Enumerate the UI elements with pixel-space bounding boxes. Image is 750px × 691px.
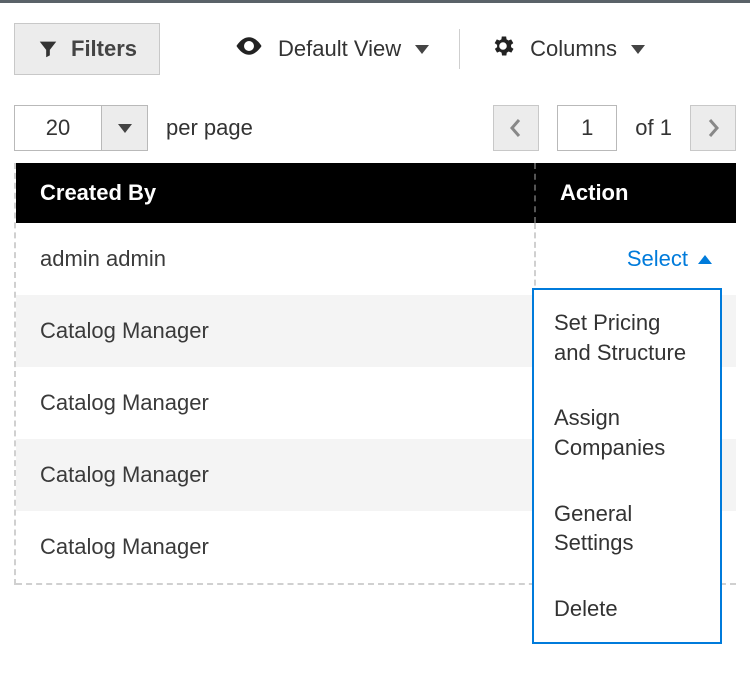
grid-toolbar: Filters Default View Columns bbox=[14, 23, 736, 75]
action-select-link[interactable]: Select bbox=[627, 246, 712, 272]
filters-button[interactable]: Filters bbox=[14, 23, 160, 75]
prev-page-button[interactable] bbox=[493, 105, 539, 151]
action-assign-companies[interactable]: Assign Companies bbox=[534, 385, 720, 480]
cell-action: Select bbox=[536, 246, 736, 272]
funnel-icon bbox=[37, 38, 59, 60]
action-select-label: Select bbox=[627, 246, 688, 272]
columns-button[interactable]: Columns bbox=[490, 33, 645, 65]
default-view-button[interactable]: Default View bbox=[234, 31, 429, 67]
columns-label: Columns bbox=[530, 36, 617, 62]
chevron-right-icon bbox=[705, 116, 721, 140]
per-page-dropdown-button[interactable] bbox=[101, 106, 147, 150]
next-page-button[interactable] bbox=[690, 105, 736, 151]
per-page-label: per page bbox=[166, 115, 253, 141]
admin-grid-container: Filters Default View Columns 20 per page bbox=[0, 3, 750, 585]
col-header-created-by[interactable]: Created By bbox=[16, 163, 536, 223]
action-set-pricing[interactable]: Set Pricing and Structure bbox=[534, 290, 720, 385]
cell-created-by: admin admin bbox=[16, 223, 536, 295]
chevron-down-icon bbox=[415, 45, 429, 54]
current-page-input[interactable] bbox=[557, 105, 617, 151]
cell-created-by: Catalog Manager bbox=[16, 367, 536, 439]
action-delete[interactable]: Delete bbox=[534, 576, 720, 642]
pagination-bar: 20 per page of 1 bbox=[14, 105, 736, 151]
table-row[interactable]: admin admin Select bbox=[16, 223, 736, 295]
cell-created-by: Catalog Manager bbox=[16, 439, 536, 511]
chevron-left-icon bbox=[508, 116, 524, 140]
table-header: Created By Action bbox=[16, 163, 736, 223]
per-page-value: 20 bbox=[15, 106, 101, 150]
cell-created-by: Catalog Manager bbox=[16, 511, 536, 583]
col-header-action: Action bbox=[536, 180, 736, 206]
gear-icon bbox=[490, 33, 516, 65]
action-general-settings[interactable]: General Settings bbox=[534, 481, 720, 576]
eye-icon bbox=[234, 31, 264, 67]
per-page-select[interactable]: 20 bbox=[14, 105, 148, 151]
data-grid: Created By Action admin admin Select Cat… bbox=[14, 163, 736, 585]
chevron-down-icon bbox=[631, 45, 645, 54]
page-of-label: of 1 bbox=[635, 115, 672, 141]
cell-created-by: Catalog Manager bbox=[16, 295, 536, 367]
chevron-down-icon bbox=[118, 124, 132, 133]
chevron-up-icon bbox=[698, 255, 712, 264]
default-view-label: Default View bbox=[278, 36, 401, 62]
filters-label: Filters bbox=[71, 36, 137, 62]
action-dropdown-menu: Set Pricing and Structure Assign Compani… bbox=[532, 288, 722, 644]
toolbar-divider bbox=[459, 29, 460, 69]
